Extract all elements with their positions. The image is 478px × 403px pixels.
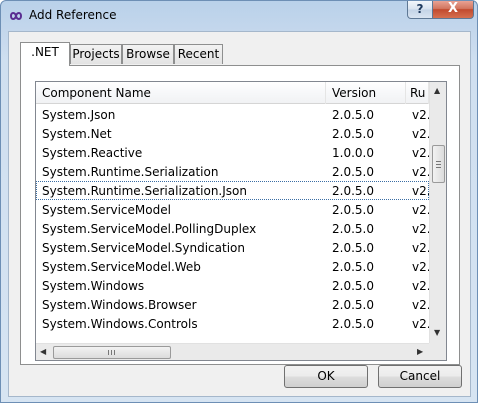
component-version: 2.0.5.0 <box>332 127 374 141</box>
component-version: 2.0.5.0 <box>332 279 374 293</box>
ok-button[interactable]: OK <box>284 365 368 388</box>
component-runtime: v2. <box>412 127 429 141</box>
component-name: System.Windows.Browser <box>42 298 197 312</box>
vertical-scroll-thumb[interactable] <box>432 145 445 183</box>
tab-dotnet[interactable]: .NET <box>20 42 70 66</box>
component-version: 2.0.5.0 <box>332 298 374 312</box>
component-runtime: v2. <box>412 241 429 255</box>
scrollbar-corner <box>429 343 446 360</box>
grip-line <box>111 350 112 355</box>
component-name: System.Net <box>42 127 112 141</box>
component-runtime: v2. <box>412 203 429 217</box>
component-name: System.ServiceModel.PollingDuplex <box>42 222 257 236</box>
list-header: Component Name Version Ru <box>36 82 429 104</box>
component-name: System.Json <box>42 108 116 122</box>
component-name: System.Windows <box>42 279 145 293</box>
list-item[interactable]: System.ServiceModel.Syndication 2.0.5.0 … <box>36 238 429 257</box>
tab-panel-dotnet: Component Name Version Ru System.Json 2.… <box>20 65 460 365</box>
dialog-body: .NET Projects Browse Recent Component Na… <box>8 31 471 397</box>
component-runtime: v2. <box>412 146 429 160</box>
column-header-runtime[interactable]: Ru <box>406 82 429 104</box>
component-runtime: v2. <box>412 279 429 293</box>
component-runtime: v2. <box>412 222 429 236</box>
list-item[interactable]: System.ServiceModel.PollingDuplex 2.0.5.… <box>36 219 429 238</box>
list-item[interactable]: System.Json 2.0.5.0 v2. <box>36 105 429 124</box>
list-item[interactable]: System.Windows.Controls 2.0.5.0 v2. <box>36 314 429 333</box>
title-bar[interactable]: Add Reference ? X <box>1 1 477 31</box>
list-item[interactable]: System.Net 2.0.5.0 v2. <box>36 124 429 143</box>
list-item[interactable]: System.Reactive 1.0.0.0 v2. <box>36 143 429 162</box>
grip-line <box>108 350 109 355</box>
tab-projects[interactable]: Projects <box>70 44 122 64</box>
scroll-right-arrow-icon[interactable]: ▶ <box>417 347 423 357</box>
component-name: System.ServiceModel <box>42 203 171 217</box>
help-button[interactable]: ? <box>407 1 433 19</box>
list-item[interactable]: System.Windows 2.0.5.0 v2. <box>36 276 429 295</box>
infinity-icon <box>9 12 23 20</box>
component-name: System.ServiceModel.Web <box>42 260 201 274</box>
grip-line <box>436 161 441 162</box>
cancel-button[interactable]: Cancel <box>378 365 462 388</box>
horizontal-scrollbar[interactable]: ◀ ▶ <box>36 343 429 360</box>
component-version: 2.0.5.0 <box>332 203 374 217</box>
horizontal-scroll-thumb[interactable] <box>53 346 171 359</box>
vertical-scrollbar[interactable]: ▲ ▼ <box>429 82 446 343</box>
component-list[interactable]: Component Name Version Ru System.Json 2.… <box>35 81 447 361</box>
list-rows: System.Json 2.0.5.0 v2. System.Net 2.0.5… <box>36 105 429 343</box>
list-item[interactable]: System.Windows.Browser 2.0.5.0 v2. <box>36 295 429 314</box>
close-button[interactable]: X <box>432 1 474 19</box>
list-item[interactable]: System.ServiceModel 2.0.5.0 v2. <box>36 200 429 219</box>
column-header-version[interactable]: Version <box>326 82 406 104</box>
add-reference-dialog: Add Reference ? X .NET Projects Browse R… <box>0 0 478 403</box>
component-runtime: v2. <box>412 298 429 312</box>
component-name: System.Runtime.Serialization.Json <box>42 184 247 198</box>
component-version: 2.0.5.0 <box>332 241 374 255</box>
component-name: System.ServiceModel.Syndication <box>42 241 245 255</box>
component-version: 2.0.5.0 <box>332 317 374 331</box>
component-name: System.Reactive <box>42 146 143 160</box>
list-item-selected[interactable]: System.Runtime.Serialization.Json 2.0.5.… <box>36 181 429 200</box>
grip-line <box>436 164 441 165</box>
component-runtime: v2. <box>412 165 429 179</box>
grip-line <box>436 167 441 168</box>
tab-browse[interactable]: Browse <box>122 44 174 64</box>
scroll-down-arrow-icon[interactable]: ▼ <box>434 328 440 338</box>
window-title: Add Reference <box>29 8 117 22</box>
component-runtime: v2. <box>412 108 429 122</box>
component-runtime: v2. <box>412 317 429 331</box>
grip-line <box>114 350 115 355</box>
component-name: System.Runtime.Serialization <box>42 165 219 179</box>
component-version: 1.0.0.0 <box>332 146 374 160</box>
component-version: 2.0.5.0 <box>332 165 374 179</box>
component-version: 2.0.5.0 <box>332 222 374 236</box>
component-runtime: v2. <box>412 260 429 274</box>
scroll-left-arrow-icon[interactable]: ◀ <box>40 347 46 357</box>
component-version: 2.0.5.0 <box>332 108 374 122</box>
component-name: System.Windows.Controls <box>42 317 198 331</box>
component-runtime: v2. <box>412 184 429 198</box>
scroll-up-arrow-icon[interactable]: ▲ <box>434 86 440 96</box>
column-header-component-name[interactable]: Component Name <box>36 82 326 104</box>
tab-recent[interactable]: Recent <box>174 44 223 64</box>
list-item[interactable]: System.ServiceModel.Web 2.0.5.0 v2. <box>36 257 429 276</box>
list-item[interactable]: System.Runtime.Serialization 2.0.5.0 v2. <box>36 162 429 181</box>
component-version: 2.0.5.0 <box>332 184 374 198</box>
component-version: 2.0.5.0 <box>332 260 374 274</box>
